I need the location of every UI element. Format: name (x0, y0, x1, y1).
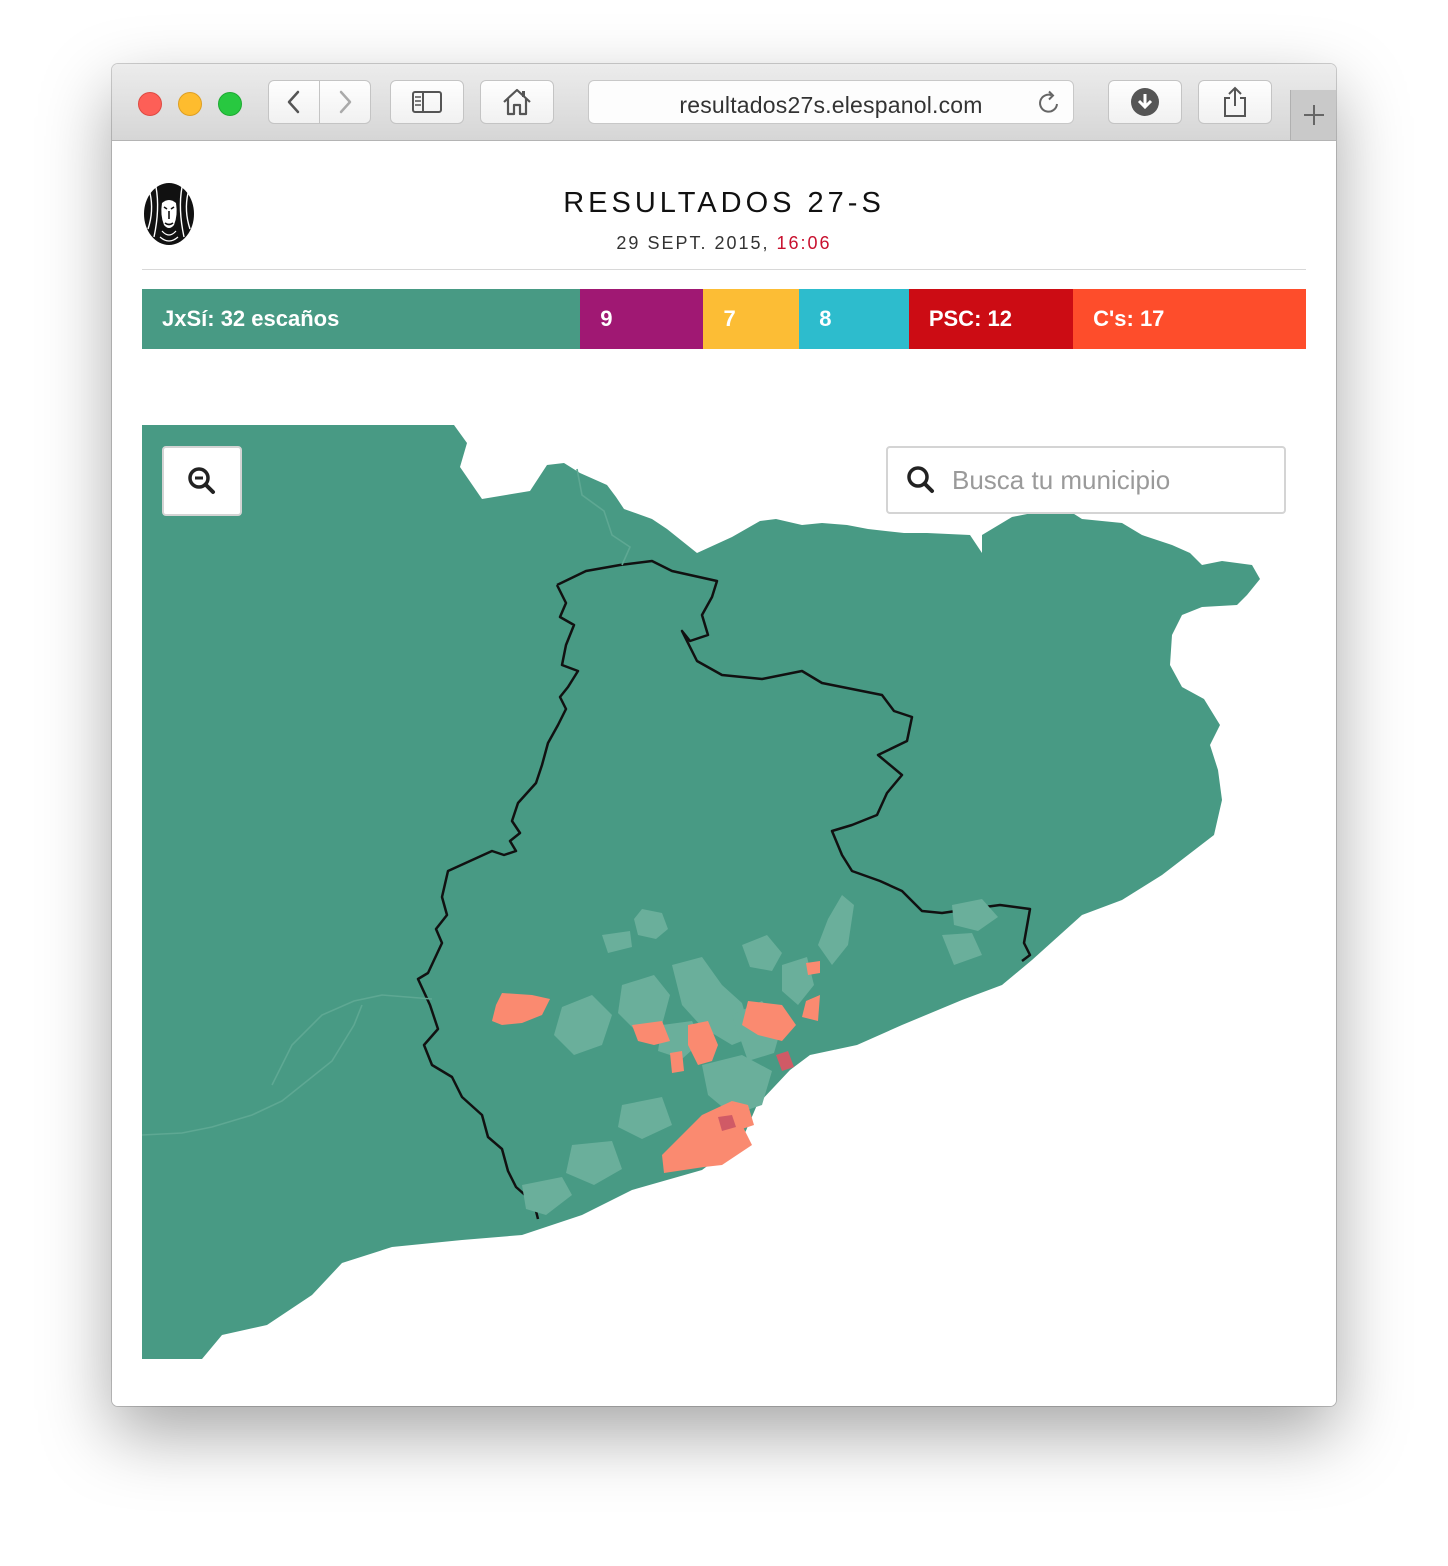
back-button[interactable] (268, 80, 320, 124)
seat-segment-5[interactable]: C's: 17 (1073, 289, 1306, 349)
search-icon (906, 465, 936, 495)
new-tab-button[interactable] (1290, 90, 1336, 140)
seat-label: C's: 17 (1093, 306, 1165, 331)
sidebar-icon (412, 91, 442, 113)
header-divider (142, 269, 1306, 270)
forward-button[interactable] (319, 80, 371, 124)
address-bar[interactable]: resultados27s.elespanol.com (588, 80, 1074, 124)
download-icon (1131, 88, 1159, 116)
zoom-out-icon (188, 467, 215, 494)
seat-label: 9 (600, 306, 613, 331)
seat-segment-3[interactable]: 8 (799, 289, 909, 349)
seat-segment-1[interactable]: 9 (580, 289, 704, 349)
close-window-button[interactable] (138, 92, 162, 116)
home-button[interactable] (480, 80, 554, 124)
share-icon (1224, 86, 1246, 117)
chevron-right-icon (339, 90, 352, 114)
minimize-window-button[interactable] (178, 92, 202, 116)
reload-icon[interactable] (1037, 90, 1061, 116)
seat-segment-0[interactable]: JxSí: 32 escaños (142, 289, 581, 349)
zoom-out-button[interactable] (162, 446, 242, 516)
date-text: 29 SEPT. 2015, (616, 233, 777, 253)
url-text: resultados27s.elespanol.com (679, 92, 983, 118)
share-button[interactable] (1198, 80, 1272, 124)
seat-label: 7 (723, 306, 736, 331)
page-content: RESULTADOS 27-S 29 SEPT. 2015, 16:06 JxS… (112, 141, 1336, 1406)
seat-segment-4[interactable]: PSC: 12 (908, 289, 1074, 349)
search-input[interactable] (950, 463, 1274, 497)
home-icon (503, 88, 531, 116)
page-title: RESULTADOS 27-S (563, 187, 885, 219)
municipality-search[interactable] (886, 446, 1286, 514)
browser-window: resultados27s.elespanol.com RESULTADOS 2… (112, 64, 1336, 1406)
sidebar-button[interactable] (390, 80, 464, 124)
plus-icon (1304, 105, 1324, 125)
seat-label: PSC: 12 (928, 306, 1012, 331)
page-date: 29 SEPT. 2015, 16:06 (112, 233, 1336, 254)
seat-segment-2[interactable]: 7 (703, 289, 800, 349)
time-text: 16:06 (776, 233, 832, 253)
seat-distribution-bar: JxSí: 32 escaños 9 7 8 PSC: 12 C's: 17 (142, 289, 1306, 349)
catalonia-results-map[interactable] (142, 425, 1306, 1359)
seat-label: JxSí: 32 escaños (162, 306, 340, 331)
catalonia-region (142, 425, 1260, 1359)
seat-label: 8 (819, 306, 832, 331)
fullscreen-window-button[interactable] (218, 92, 242, 116)
chevron-left-icon (287, 90, 300, 114)
browser-toolbar: resultados27s.elespanol.com (112, 64, 1336, 141)
downloads-button[interactable] (1108, 80, 1182, 124)
